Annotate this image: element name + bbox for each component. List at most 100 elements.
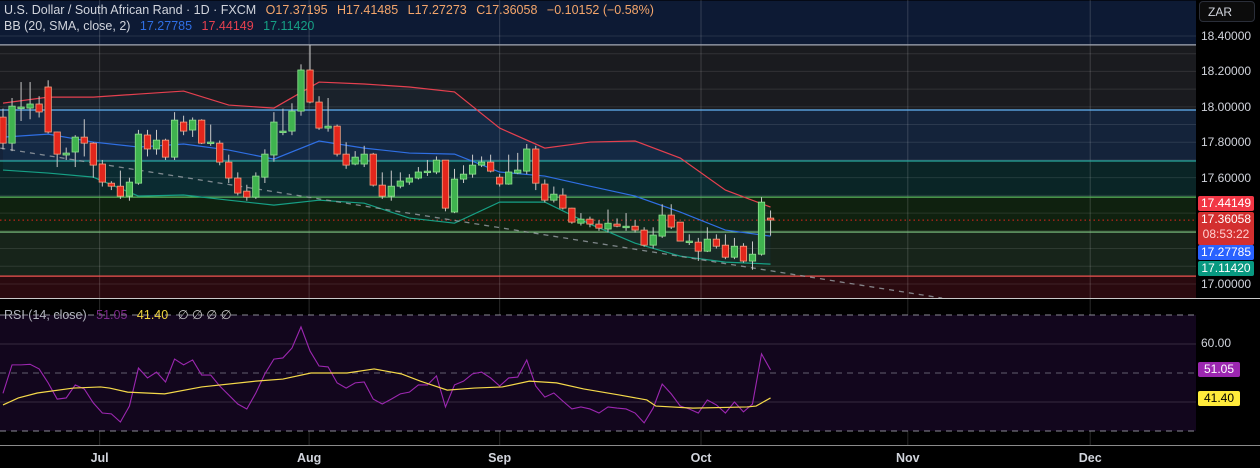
rsi-ma-value: 41.40 (136, 308, 169, 322)
candle-body-down (306, 69, 314, 103)
candle-body-up (477, 161, 486, 166)
candle-body-up (396, 180, 404, 187)
candle-body-up (622, 225, 630, 229)
bb-label[interactable]: BB (20, SMA, close, 2) (4, 19, 130, 33)
price-zone (0, 276, 1196, 298)
candle-body-down (243, 190, 251, 198)
candle-body-down (586, 218, 594, 225)
candle-body-down (216, 142, 224, 163)
candle (757, 197, 766, 256)
candle-body-down (712, 238, 720, 247)
price-zone (0, 232, 1196, 277)
candle (198, 119, 206, 145)
candle-body-up (351, 156, 359, 165)
rsi-extra-values: ∅ ∅ ∅ ∅ (177, 308, 232, 322)
chart-canvas[interactable] (0, 0, 1260, 468)
candle-body-down (766, 217, 775, 221)
candle-body-down (225, 161, 233, 179)
candle-body-down (721, 244, 730, 258)
candle (739, 243, 748, 263)
candle-body-up (125, 181, 134, 197)
open-value: O17.37195 (265, 3, 328, 17)
candle-body-up (8, 105, 16, 144)
candle (369, 152, 377, 187)
candle-body-down (342, 153, 350, 166)
candle-body-down (53, 131, 61, 155)
bb-lower-tag: 17.11420 (1198, 261, 1254, 276)
candle-body-up (459, 173, 468, 180)
candle (676, 221, 684, 242)
candle-body-down (568, 207, 576, 223)
low-value: L17.27273 (407, 3, 467, 17)
candle-body-up (514, 169, 522, 174)
candle (532, 145, 540, 191)
currency-button[interactable]: ZAR (1199, 1, 1255, 22)
time-axis-label: Oct (690, 451, 712, 465)
candle-body-down (333, 125, 341, 155)
bb-legend: BB (20, SMA, close, 2) 17.27785 17.44149… (4, 19, 320, 33)
candle-body-down (0, 116, 7, 144)
candle (8, 97, 16, 152)
candle (252, 172, 260, 199)
rsi-pane-background (0, 314, 1196, 432)
symbol-title[interactable]: U.S. Dollar / South African Rand · 1D · … (4, 3, 256, 17)
candle-body-down (676, 221, 684, 242)
price-axis-label: 18.20000 (1201, 64, 1252, 79)
candle-body-up (71, 136, 79, 153)
price-axis-label: 18.40000 (1201, 29, 1252, 43)
candle (297, 64, 305, 116)
candle-body-up (279, 130, 287, 134)
candle-body-down (595, 223, 603, 229)
candle-body-down (631, 225, 639, 231)
candle-body-up (360, 153, 368, 165)
candle-body-up (297, 69, 305, 112)
rsi-legend: RSI (14, close) 51.05 41.40 ∅ ∅ ∅ ∅ (4, 307, 238, 322)
candle (333, 124, 341, 157)
candle (44, 80, 52, 134)
candle-body-down (35, 103, 43, 113)
last-price-tag: 17.36058 08:53:22 (1198, 212, 1254, 245)
candle-body-up (17, 106, 25, 109)
candle-body-down (198, 119, 206, 144)
rsi-axis-tick: 60.00 (1201, 336, 1232, 350)
bb-basis-value: 17.27785 (139, 19, 193, 33)
candle-body-down (80, 136, 88, 144)
candle-body-up (468, 164, 477, 175)
candle-body-down (559, 194, 567, 209)
candle-body-up (523, 148, 531, 172)
candle-body-down (116, 185, 124, 197)
candle-body-up (685, 240, 693, 243)
bb-upper-value: 17.44149 (201, 19, 254, 33)
high-value: H17.41485 (337, 3, 399, 17)
change-value: −0.10152 (−0.58%) (546, 3, 654, 17)
time-axis-label: Aug (296, 451, 322, 465)
candle-body-up (170, 119, 179, 158)
time-axis-label: Dec (1078, 451, 1102, 465)
bb-lower-value: 17.11420 (263, 19, 315, 33)
candle-body-down (694, 241, 702, 252)
candle-body-up (252, 175, 260, 198)
bar-countdown: 08:53:22 (1202, 227, 1250, 241)
rsi-label[interactable]: RSI (14, close) (4, 308, 87, 322)
price-axis-label: 17.80000 (1201, 135, 1252, 150)
candle-body-down (532, 148, 540, 184)
candle-body-down (487, 161, 495, 172)
candle-body-up (261, 153, 269, 178)
candle-body-up (189, 119, 197, 131)
time-axis-label: Nov (895, 451, 920, 465)
candle-body-down (179, 121, 188, 132)
candle-body-down (441, 159, 450, 209)
candle-body-up (134, 133, 143, 184)
candle-body-up (414, 171, 422, 179)
candle-body-up (324, 125, 332, 129)
time-axis-label: Jul (90, 451, 109, 465)
candle-body-down (234, 177, 242, 194)
rsi-value: 51.05 (96, 308, 128, 322)
candle-body-down (378, 184, 386, 197)
candle-body-down (541, 183, 549, 201)
candle-body-up (604, 222, 612, 230)
candle-body-down (161, 139, 170, 158)
candle-body-up (757, 201, 766, 255)
candle-body-up (405, 177, 413, 183)
candle-body-down (667, 214, 675, 228)
